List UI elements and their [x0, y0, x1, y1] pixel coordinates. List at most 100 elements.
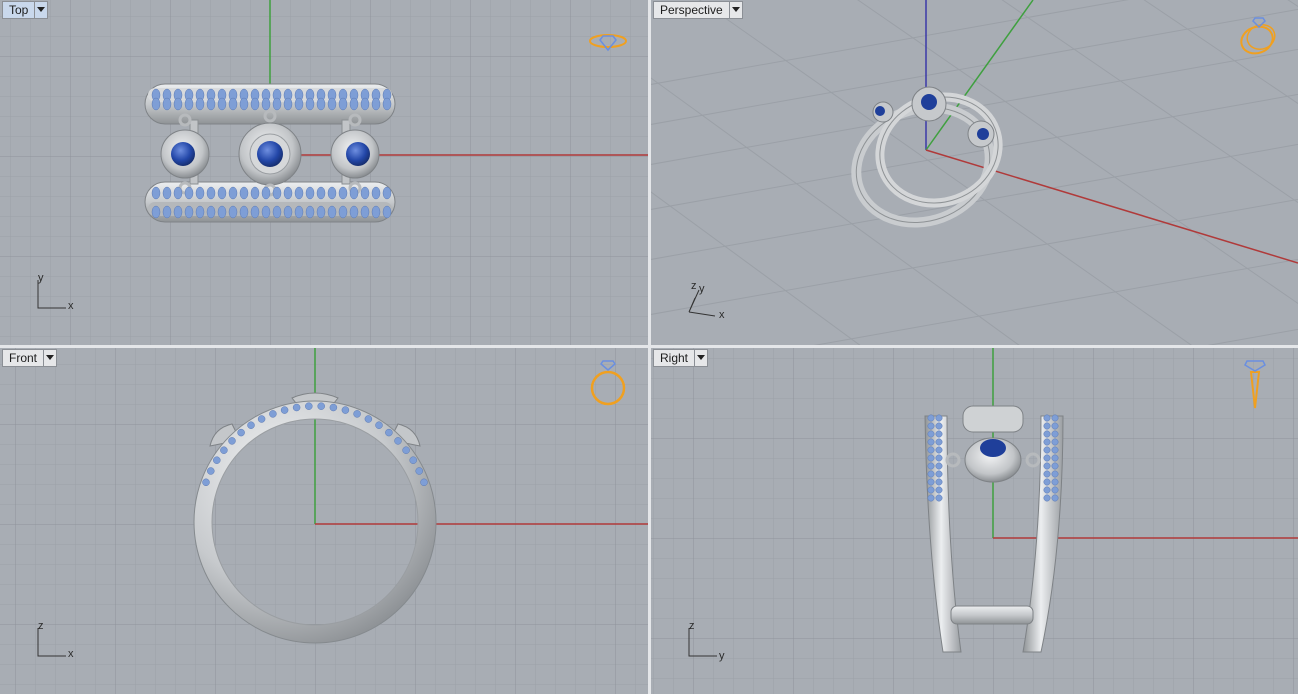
viewport-tab-perspective[interactable]: Perspective — [653, 1, 743, 19]
viewport-menu-dropdown[interactable] — [34, 2, 47, 18]
pave-gem — [1051, 454, 1059, 462]
pave-gem — [935, 422, 943, 430]
viewport-tab-top[interactable]: Top — [2, 1, 49, 19]
axis-label-z: z — [691, 280, 697, 292]
viewport-title[interactable]: Front — [3, 350, 43, 366]
pave-gem — [1043, 446, 1051, 454]
viewport-tab-right[interactable]: Right — [653, 349, 709, 367]
pave-gem — [364, 415, 373, 423]
pave-gem — [1043, 478, 1051, 486]
pave-gem — [935, 430, 943, 438]
pave-gem — [151, 97, 161, 111]
pave-gem — [162, 97, 172, 111]
pave-gem — [1043, 454, 1051, 462]
pave-gem — [316, 97, 326, 111]
pave-gem — [173, 97, 183, 111]
pave-gem — [272, 97, 282, 111]
pave-gem — [382, 97, 392, 111]
pave-gem — [239, 186, 249, 200]
chevron-down-icon — [46, 355, 55, 360]
viewport-title[interactable]: Top — [3, 2, 34, 18]
ring-front-icon[interactable] — [588, 358, 630, 410]
pave-gem — [353, 410, 361, 418]
pave-gem — [250, 97, 260, 111]
pave-gem — [1051, 478, 1059, 486]
pave-gem — [280, 406, 289, 414]
pave-gem — [1043, 486, 1051, 494]
pave-gem — [338, 186, 348, 200]
pave-gem — [935, 486, 943, 494]
viewport-perspective[interactable]: Perspective z y x — [651, 0, 1298, 345]
axis-label-y: y — [38, 272, 44, 284]
pave-gem — [927, 446, 935, 454]
pave-gem — [1043, 422, 1051, 430]
pave-gem — [385, 428, 393, 437]
chevron-down-icon — [731, 7, 740, 12]
pave-gem — [305, 402, 313, 410]
pave-gem — [935, 494, 943, 502]
pave-gem — [1043, 494, 1051, 502]
pave-gem — [935, 438, 943, 446]
pave-gem — [1051, 438, 1059, 446]
chevron-down-icon — [697, 355, 706, 360]
pave-gem — [935, 470, 943, 478]
pave-gem — [250, 186, 260, 200]
pave-gem — [329, 403, 338, 412]
pave-gem — [349, 205, 359, 219]
pave-gem — [935, 462, 943, 470]
pave-gem — [1051, 414, 1059, 422]
viewport-divider-horizontal[interactable] — [0, 345, 1298, 348]
pave-gem — [371, 97, 381, 111]
viewport-tab-front[interactable]: Front — [2, 349, 58, 367]
pave-gem — [402, 446, 410, 454]
pave-gem — [382, 186, 392, 200]
axis-label-z: z — [38, 620, 44, 632]
pave-gem — [935, 478, 943, 486]
pave-gem — [927, 470, 935, 478]
pave-gem — [1051, 446, 1059, 454]
ring-perspective-icon[interactable] — [1237, 14, 1279, 58]
viewport-menu-dropdown[interactable] — [694, 350, 707, 366]
pave-gem — [202, 478, 210, 487]
viewport-title[interactable]: Right — [654, 350, 694, 366]
pave-gem — [213, 456, 221, 464]
pave-gem — [294, 205, 304, 219]
pave-gem — [272, 186, 282, 200]
pave-gem — [371, 186, 381, 200]
pave-gem — [360, 186, 370, 200]
pave-gem — [162, 205, 172, 219]
ring-side-icon[interactable] — [1243, 358, 1269, 414]
front-view-scene — [0, 348, 648, 694]
viewport-right[interactable]: Right z y — [651, 348, 1298, 694]
pave-gem — [283, 97, 293, 111]
pave-gem — [927, 478, 935, 486]
pave-gem — [1051, 486, 1059, 494]
top-view-scene — [0, 0, 648, 345]
pave-gem — [151, 186, 161, 200]
viewport-front[interactable]: Front z x — [0, 348, 648, 694]
pave-gem — [184, 97, 194, 111]
pave-gem — [420, 478, 428, 487]
pave-gem — [294, 97, 304, 111]
right-view-scene — [651, 348, 1298, 694]
pave-gem — [283, 186, 293, 200]
pave-gem — [1051, 430, 1059, 438]
ring-top-view-icon[interactable] — [588, 28, 630, 54]
viewport-menu-dropdown[interactable] — [43, 350, 56, 366]
pave-gem — [206, 186, 216, 200]
pave-gem — [317, 402, 325, 410]
pave-gem — [237, 428, 245, 437]
pave-gem — [195, 205, 205, 219]
viewport-menu-dropdown[interactable] — [728, 2, 742, 18]
pave-gem — [349, 97, 359, 111]
pave-gem — [394, 437, 402, 445]
pave-gem — [316, 186, 326, 200]
pave-gem — [1043, 430, 1051, 438]
viewport-title[interactable]: Perspective — [654, 2, 729, 18]
pave-gem — [338, 97, 348, 111]
pave-gem — [1043, 462, 1051, 470]
viewport-top[interactable]: Top y x — [0, 0, 648, 345]
pave-gem — [927, 486, 935, 494]
pave-gem — [269, 410, 277, 418]
pave-gem — [360, 205, 370, 219]
